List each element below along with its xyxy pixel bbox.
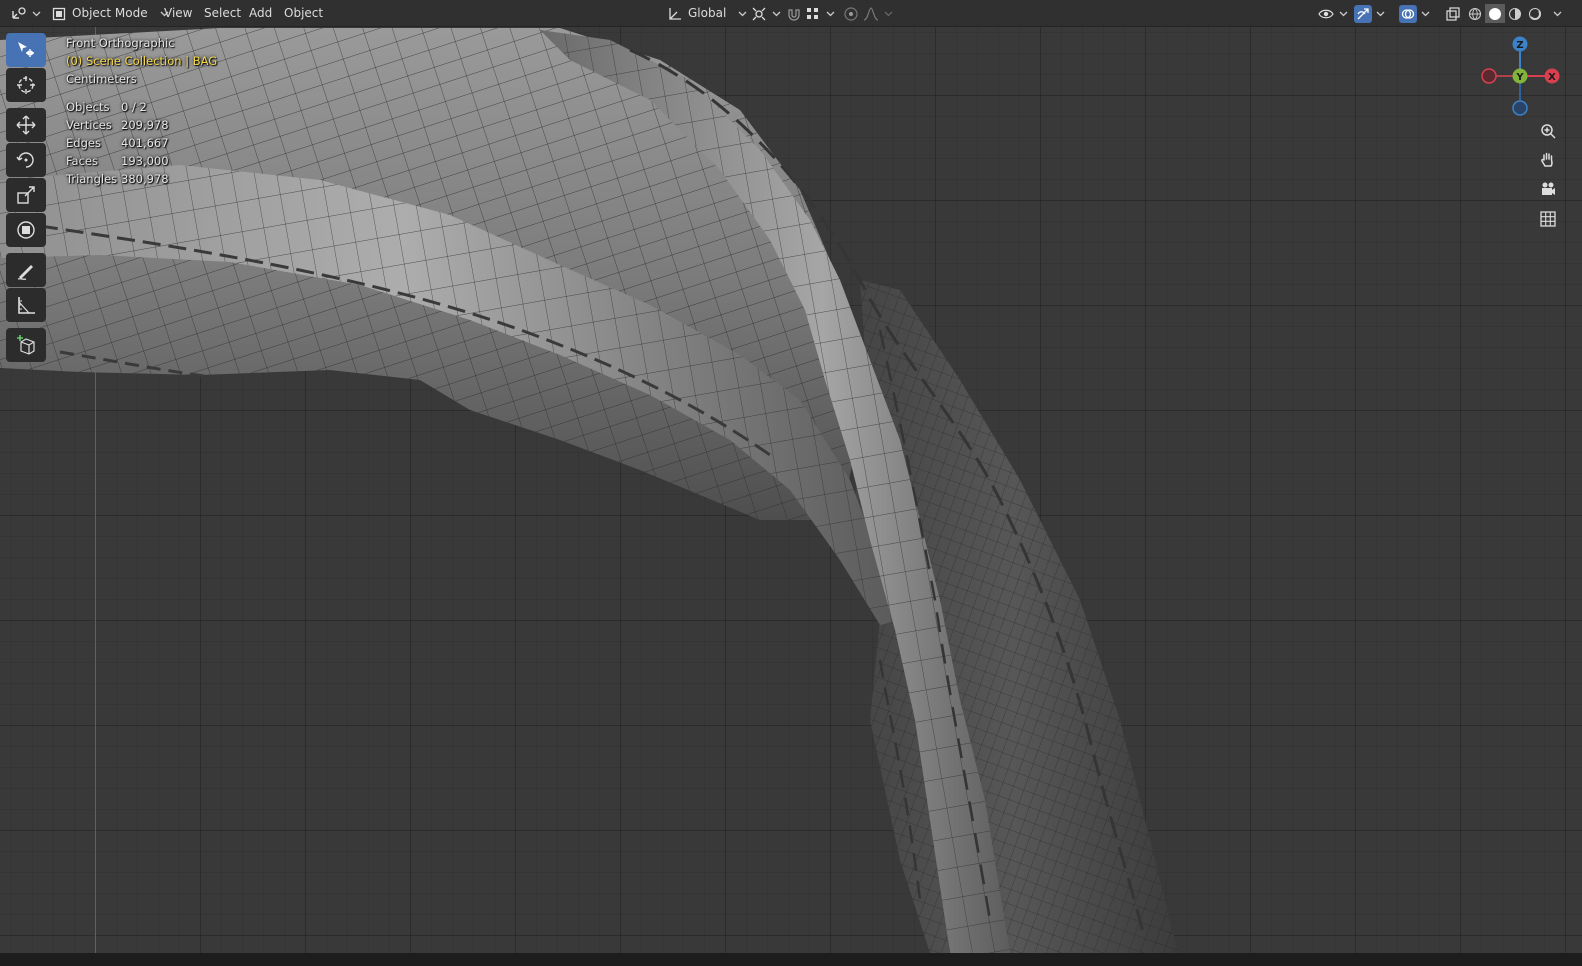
tool-shelf bbox=[6, 33, 50, 363]
object-visibility-icon bbox=[1317, 5, 1335, 23]
chevron-down-icon bbox=[1376, 9, 1385, 18]
shading-mode-group bbox=[1465, 4, 1545, 23]
stat-label: Faces bbox=[66, 154, 98, 168]
measure-tool[interactable] bbox=[6, 288, 46, 322]
chevron-down-icon bbox=[32, 9, 41, 18]
falloff-curve-icon bbox=[862, 5, 880, 23]
ortho-toggle-button[interactable] bbox=[1534, 205, 1562, 233]
xray-toggle[interactable] bbox=[1440, 3, 1466, 24]
svg-text:X: X bbox=[1548, 72, 1556, 83]
overlay-toggle[interactable] bbox=[1395, 3, 1434, 24]
mode-selector[interactable]: Object Mode bbox=[46, 3, 173, 24]
object-mode-icon bbox=[50, 5, 68, 23]
pan-button[interactable] bbox=[1534, 146, 1562, 174]
status-strip bbox=[0, 953, 1582, 966]
ortho-grid-icon bbox=[1540, 211, 1556, 227]
zoom-icon bbox=[1541, 124, 1556, 139]
pivot-point-selector[interactable] bbox=[746, 3, 785, 24]
annotate-tool[interactable] bbox=[6, 253, 46, 287]
transform-orientation-icon bbox=[666, 5, 684, 23]
snap-increment-icon bbox=[804, 5, 822, 23]
stat-value: 0 / 2 bbox=[121, 100, 147, 114]
shading-options[interactable] bbox=[1549, 3, 1566, 24]
rotate-icon bbox=[16, 152, 34, 168]
chevron-down-icon bbox=[1339, 9, 1348, 18]
menu-object[interactable]: Object bbox=[280, 3, 327, 24]
mode-label: Object Mode bbox=[72, 6, 148, 20]
editor-type-selector[interactable] bbox=[6, 3, 45, 24]
3d-viewport[interactable]: Front Orthographic (0) Scene Collection … bbox=[0, 0, 1582, 966]
stat-value: 380,978 bbox=[121, 172, 169, 186]
navigation-gizmo[interactable]: Z X Y bbox=[1476, 34, 1576, 128]
stat-triangles: Triangles 380,978 bbox=[66, 170, 217, 188]
svg-text:Z: Z bbox=[1516, 40, 1523, 51]
solid-shading-icon bbox=[1489, 7, 1501, 20]
viewport-header: Object Mode View Select Add Object Globa… bbox=[0, 0, 1582, 27]
chevron-down-icon bbox=[1421, 9, 1430, 18]
rotate-tool[interactable] bbox=[6, 143, 46, 177]
annotate-icon bbox=[17, 265, 33, 280]
xray-toggle-icon bbox=[1444, 5, 1462, 23]
stat-label: Vertices bbox=[66, 118, 112, 132]
stat-value: 193,000 bbox=[121, 154, 169, 168]
falloff-selector[interactable] bbox=[858, 3, 897, 24]
menu-add[interactable]: Add bbox=[245, 3, 276, 24]
move-tool[interactable] bbox=[6, 108, 46, 142]
wireframe-shading-icon bbox=[1468, 7, 1482, 20]
scale-tool[interactable] bbox=[6, 178, 46, 212]
svg-text:Y: Y bbox=[1515, 72, 1524, 83]
chevron-down-icon bbox=[772, 9, 781, 18]
material-shading-icon bbox=[1508, 7, 1522, 20]
solid-shading-button[interactable] bbox=[1485, 4, 1505, 23]
stat-label: Edges bbox=[66, 136, 101, 150]
menu-select[interactable]: Select bbox=[200, 3, 245, 24]
axis-gizmo[interactable]: Z X Y bbox=[1476, 34, 1576, 124]
scale-icon bbox=[17, 186, 35, 204]
add-cube-icon bbox=[17, 335, 35, 355]
gizmo-toggle-icon bbox=[1354, 4, 1372, 23]
material-shading-button[interactable] bbox=[1505, 4, 1525, 23]
bag-strap-mesh[interactable] bbox=[0, 0, 1582, 966]
stat-label: Objects bbox=[66, 100, 110, 114]
view-name: Front Orthographic bbox=[66, 36, 175, 50]
select-box-icon bbox=[18, 42, 34, 57]
pivot-point-icon bbox=[750, 5, 768, 23]
rendered-shading-button[interactable] bbox=[1525, 4, 1545, 23]
visibility-selector[interactable] bbox=[1313, 3, 1352, 24]
camera-view-icon bbox=[1542, 182, 1555, 195]
pan-hand-icon bbox=[1541, 152, 1553, 167]
transform-tool[interactable] bbox=[6, 213, 46, 247]
stat-edges: Edges 401,667 bbox=[66, 134, 217, 152]
transform-orientation-selector[interactable]: Global bbox=[662, 3, 751, 24]
unit-system: Centimeters bbox=[66, 72, 137, 86]
chevron-down-icon bbox=[884, 9, 893, 18]
zoom-button[interactable] bbox=[1534, 117, 1562, 145]
wireframe-shading-button[interactable] bbox=[1465, 4, 1485, 23]
cursor-icon bbox=[17, 76, 35, 94]
stat-faces: Faces 193,000 bbox=[66, 152, 217, 170]
menu-view[interactable]: View bbox=[160, 3, 196, 24]
measure-icon bbox=[18, 297, 35, 314]
transform-icon bbox=[17, 221, 35, 239]
move-icon bbox=[16, 115, 36, 135]
chevron-down-icon bbox=[826, 9, 835, 18]
add-cube-tool[interactable] bbox=[6, 328, 46, 362]
stat-objects: Objects 0 / 2 bbox=[66, 98, 217, 116]
editor-type-icon bbox=[10, 5, 28, 23]
stat-value: 401,667 bbox=[121, 136, 169, 150]
select-box-tool[interactable] bbox=[6, 33, 46, 67]
stat-label: Triangles bbox=[66, 172, 118, 186]
active-collection: (0) Scene Collection | BAG bbox=[66, 54, 218, 68]
stat-value: 209,978 bbox=[121, 118, 169, 132]
orientation-label: Global bbox=[688, 6, 727, 20]
cursor-tool[interactable] bbox=[6, 68, 46, 102]
overlay-toggle-icon bbox=[1399, 4, 1417, 23]
camera-view-button[interactable] bbox=[1534, 175, 1562, 203]
snap-target-selector[interactable] bbox=[800, 3, 839, 24]
viewport-info-overlay: Front Orthographic (0) Scene Collection … bbox=[66, 34, 217, 188]
chevron-down-icon bbox=[1553, 9, 1562, 18]
gizmo-toggle[interactable] bbox=[1350, 3, 1389, 24]
rendered-shading-icon bbox=[1528, 7, 1542, 20]
stat-vertices: Vertices 209,978 bbox=[66, 116, 217, 134]
